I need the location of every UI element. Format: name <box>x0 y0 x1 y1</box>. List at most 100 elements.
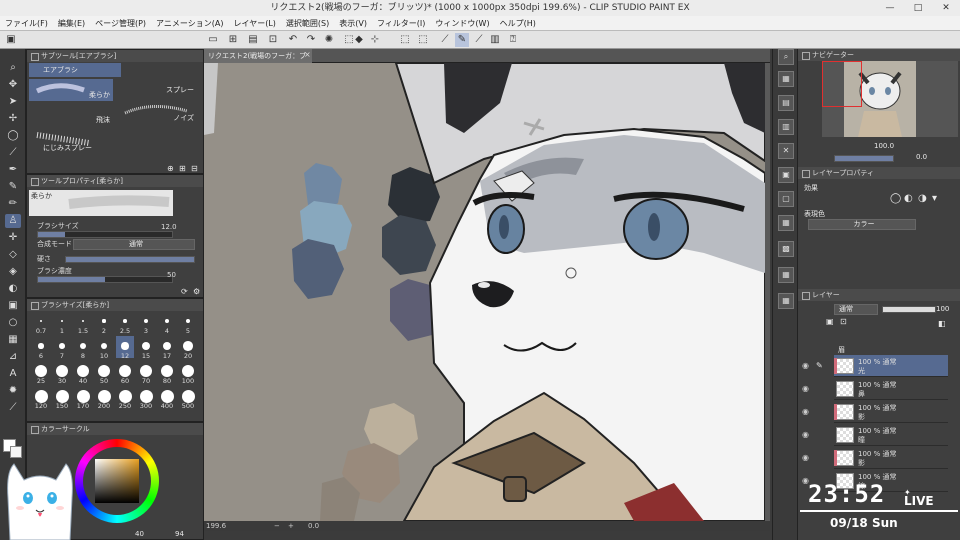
sub-color-swatch[interactable] <box>10 446 22 458</box>
figure-tool-icon[interactable]: ○ <box>5 316 21 330</box>
layer-visibility-icon[interactable]: ◉ <box>802 384 809 393</box>
brush-size-dot[interactable] <box>100 342 108 350</box>
fill-tool-icon[interactable]: ◐ <box>5 282 21 296</box>
brush-size-dot[interactable] <box>121 342 129 350</box>
layer-visibility-icon[interactable]: ◉ <box>802 407 809 416</box>
zoom-out-icon[interactable]: − <box>274 521 280 531</box>
item-bank-icon[interactable]: ▣ <box>778 167 794 183</box>
layer-search-icon[interactable]: ▤ <box>778 95 794 111</box>
move-tool-icon[interactable]: ✥ <box>5 78 21 92</box>
brush-size-dot[interactable] <box>181 389 195 403</box>
decoration-tool-icon[interactable]: ✛ <box>5 231 21 245</box>
brush-size-dot[interactable] <box>185 318 191 324</box>
brush-soft[interactable]: 柔らか <box>29 79 113 101</box>
close-button[interactable]: ✕ <box>932 0 960 16</box>
brush-size-dot[interactable] <box>183 341 193 351</box>
clear-icon[interactable]: ✺ <box>322 33 336 47</box>
brush-size-dot[interactable] <box>118 389 132 403</box>
subtool-delete-icon[interactable]: ⊟ <box>191 164 198 173</box>
gradient-tool-icon[interactable]: ▣ <box>5 299 21 313</box>
layer-row[interactable]: 100 % 通常 鼻 <box>834 378 948 400</box>
color-set-icon[interactable]: ▦ <box>778 293 794 309</box>
brush-size-dot[interactable] <box>35 365 47 377</box>
brush-size-dot[interactable] <box>98 365 110 377</box>
text-tool-icon[interactable]: A <box>5 367 21 381</box>
effect-tone-icon[interactable]: ◐ <box>904 193 913 204</box>
brush-size-dot[interactable] <box>76 389 90 403</box>
clip-layer-icon[interactable]: ▣ <box>826 317 834 326</box>
save-icon[interactable]: ▤ <box>246 33 260 47</box>
subtool-copy-icon[interactable]: ⊞ <box>179 164 186 173</box>
menu-file[interactable]: ファイル(F) <box>0 16 53 30</box>
blend-tool-icon[interactable]: ◈ <box>5 265 21 279</box>
layer-row[interactable]: 100 % 通常 光 <box>834 355 948 377</box>
eraser-mode-icon[interactable]: ⟋ <box>472 33 486 47</box>
menu-view[interactable]: 表示(V) <box>334 16 372 30</box>
move-layer-tool-icon[interactable]: ✢ <box>5 112 21 126</box>
eraser-tool-icon[interactable]: ◇ <box>5 248 21 262</box>
tool-reset-icon[interactable]: ⟳ <box>181 287 188 296</box>
ruler-tool-icon[interactable]: ⊿ <box>5 350 21 364</box>
menu-select[interactable]: 選択範囲(S) <box>281 16 334 30</box>
brush-size-dot[interactable] <box>34 389 48 403</box>
blend-mode-select[interactable]: 通常 <box>73 239 195 250</box>
lasso-tool-icon[interactable]: ◯ <box>5 129 21 143</box>
layer-row[interactable]: 100 % 通常 瞳 <box>834 424 948 446</box>
pencil-tool-icon[interactable]: ✎ <box>5 180 21 194</box>
brush-size-dot[interactable] <box>142 342 150 350</box>
quick-access-icon[interactable]: ▢ <box>778 191 794 207</box>
layer-row[interactable]: 100 % 通常 影 <box>834 401 948 423</box>
layer-opacity-slider[interactable] <box>882 306 936 313</box>
layer-opacity-value[interactable]: 100 <box>936 305 949 313</box>
brush-size-dot[interactable] <box>164 318 170 324</box>
brush-size-dot[interactable] <box>97 389 111 403</box>
brush-size-dot[interactable] <box>38 343 44 349</box>
open-file-icon[interactable]: ⊞ <box>226 33 240 47</box>
layer-visibility-icon[interactable]: ◉ <box>802 453 809 462</box>
brush-size-dot[interactable] <box>77 365 89 377</box>
navigator-angle[interactable]: 0.0 <box>916 153 927 161</box>
minimize-button[interactable]: — <box>876 0 904 16</box>
brush-size-dot[interactable] <box>59 343 65 349</box>
brush-size-dot[interactable] <box>60 319 64 323</box>
brush-size-dot[interactable] <box>139 389 153 403</box>
brush-noise[interactable]: ノイズ <box>117 103 197 125</box>
navigator-slider[interactable] <box>834 155 894 162</box>
brush-size-dot[interactable] <box>55 389 69 403</box>
navigator-zoom[interactable]: 100.0 <box>874 142 894 150</box>
angle-value[interactable]: 0.0 <box>308 521 319 531</box>
tool-settings-icon[interactable]: ⚙ <box>193 287 200 296</box>
effect-more-icon[interactable]: ▾ <box>932 193 937 204</box>
operation-tool-icon[interactable]: ➤ <box>5 95 21 109</box>
brush-size-dot[interactable] <box>160 389 174 403</box>
menu-filter[interactable]: フィルター(I) <box>372 16 430 30</box>
brush-size-dot[interactable] <box>102 319 106 323</box>
help-icon[interactable]: ⍰ <box>506 33 520 47</box>
undo-icon[interactable]: ↶ <box>286 33 300 47</box>
history-icon[interactable]: ✕ <box>778 143 794 159</box>
material-icon[interactable]: ▦ <box>778 267 794 283</box>
zoom-tool-icon[interactable]: ⌕ <box>5 61 21 75</box>
hue-ring[interactable] <box>75 439 159 523</box>
expression-select[interactable]: カラー <box>808 219 916 230</box>
frame-tool-icon[interactable]: ▦ <box>5 333 21 347</box>
export-icon[interactable]: ⊡ <box>266 33 280 47</box>
menu-window[interactable]: ウィンドウ(W) <box>430 16 494 30</box>
info-icon[interactable]: ▦ <box>778 215 794 231</box>
lock-layer-icon[interactable]: ⊡ <box>840 317 847 326</box>
pen-mode-icon[interactable]: ✎ <box>455 33 469 47</box>
navigator-preview[interactable] <box>822 61 958 137</box>
menu-page[interactable]: ページ管理(P) <box>90 16 151 30</box>
brush-size-dot[interactable] <box>182 365 194 377</box>
effect-color-icon[interactable]: ◑ <box>918 193 927 204</box>
menu-animation[interactable]: アニメーション(A) <box>151 16 228 30</box>
palette-icon[interactable]: ▥ <box>488 33 502 47</box>
material-panel-icon[interactable]: ▦ <box>778 71 794 87</box>
brush-size-dot[interactable] <box>80 343 86 349</box>
crop-icon[interactable]: ⊹ <box>368 33 382 47</box>
brush-size-dot[interactable] <box>123 319 127 323</box>
subtool-group-tab[interactable]: エアブラシ <box>29 63 121 77</box>
brush-tool-icon[interactable]: ✏ <box>5 197 21 211</box>
brush-blur-spray[interactable]: にじみスプレー <box>29 127 113 153</box>
layer-visibility-icon[interactable]: ◉ <box>802 361 809 370</box>
